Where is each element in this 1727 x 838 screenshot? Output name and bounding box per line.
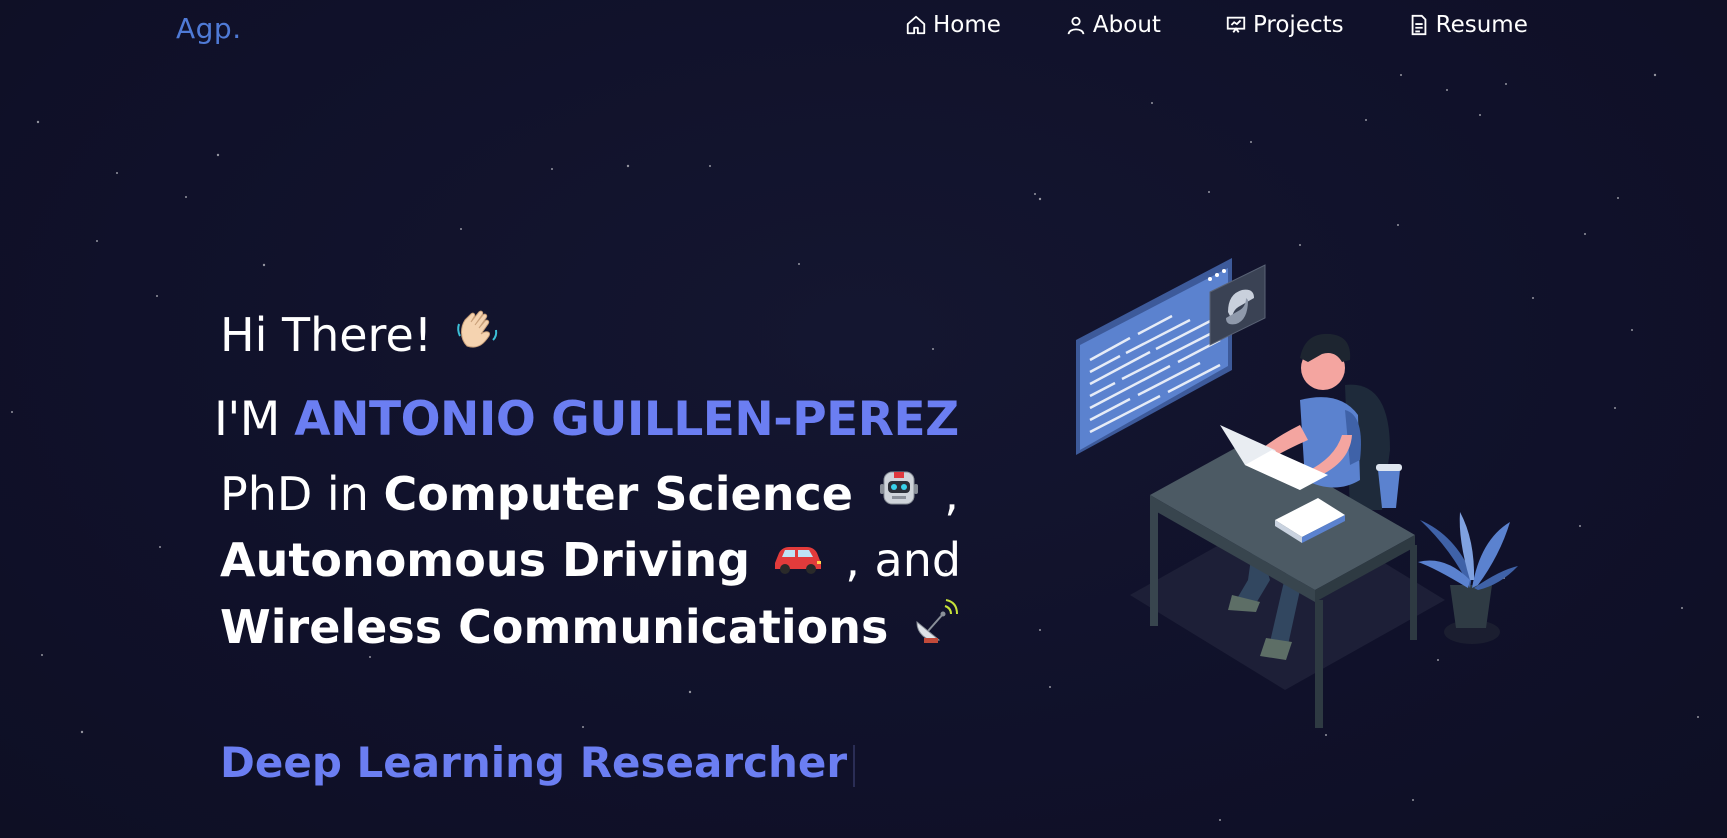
robot-icon <box>874 464 924 525</box>
car-icon <box>771 532 825 590</box>
description-block: PhD in Computer Science , Autonomous Dri… <box>220 464 965 665</box>
nav-about[interactable]: About <box>1065 12 1161 38</box>
potted-plant <box>1418 512 1518 644</box>
presentation-icon <box>1226 16 1246 33</box>
nav-resume[interactable]: Resume <box>1408 12 1528 38</box>
line1-suffix: , <box>944 467 959 521</box>
nav-projects-label: Projects <box>1252 12 1344 38</box>
description-line-1: PhD in Computer Science , <box>220 464 965 531</box>
document-icon <box>1411 14 1426 36</box>
role-text: Deep Learning Researcher <box>220 738 848 787</box>
nav-home-label: Home <box>933 12 1001 38</box>
home-icon <box>906 15 926 35</box>
user-icon <box>1067 16 1085 35</box>
person-name: ANTONIO GUILLEN-PEREZ <box>294 392 959 447</box>
waving-hand-icon <box>453 306 503 365</box>
line2-bold: Autonomous Driving <box>220 533 751 587</box>
line1-bold: Computer Science <box>383 467 853 521</box>
developer-illustration <box>1076 258 1518 728</box>
nav-home[interactable]: Home <box>905 12 1001 38</box>
nav-links: Home About Projects Resume <box>905 12 1528 38</box>
name-heading: I'M ANTONIO GUILLEN-PEREZ <box>214 392 959 447</box>
nav-about-label: About <box>1092 12 1161 38</box>
role-typewriter: Deep Learning Researcher <box>220 738 856 787</box>
nav-projects[interactable]: Projects <box>1225 12 1344 38</box>
typing-cursor <box>853 744 856 787</box>
satellite-dish-icon <box>909 596 959 659</box>
description-line-3: Wireless Communications <box>220 596 965 665</box>
nav-resume-label: Resume <box>1435 12 1528 38</box>
line2-suffix: , and <box>845 533 962 587</box>
name-prefix: I'M <box>214 392 280 447</box>
description-line-2: Autonomous Driving , and <box>220 531 965 596</box>
greeting-heading: Hi There! <box>220 306 509 371</box>
brand-logo[interactable]: Agp. <box>176 12 242 45</box>
navbar: Agp. Home About Projects Resume <box>0 0 1727 60</box>
monitor-panel <box>1076 258 1232 455</box>
line3-bold: Wireless Communications <box>220 599 889 654</box>
line1-prefix: PhD in <box>220 467 369 521</box>
greeting-text: Hi There! <box>220 308 433 362</box>
